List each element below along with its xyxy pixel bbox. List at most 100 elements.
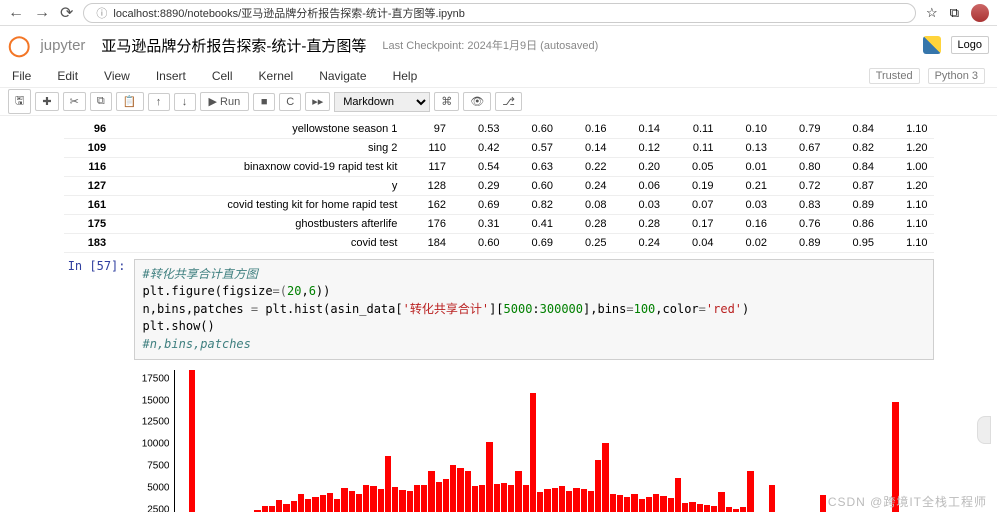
- code-cell[interactable]: In [57]: #转化共享合计直方图 plt.figure(figsize=(…: [64, 259, 934, 360]
- restart-button[interactable]: C: [279, 93, 301, 111]
- histogram-bar: [399, 490, 405, 512]
- histogram-bar: [443, 479, 449, 512]
- jupyter-header: ◯ jupyter 亚马逊品牌分析报告探索-统计-直方图等 Last Check…: [0, 26, 997, 64]
- histogram-bar: [523, 485, 529, 512]
- histogram-bar: [305, 499, 311, 512]
- cell-type-select[interactable]: Markdown: [334, 92, 430, 112]
- table-row: 116binaxnow covid-19 rapid test kit1170.…: [64, 158, 934, 177]
- histogram-bar: [689, 502, 695, 512]
- star-icon[interactable]: ☆: [926, 5, 938, 21]
- histogram-bar: [588, 491, 594, 512]
- git-button[interactable]: ⎇: [495, 92, 522, 111]
- side-tab-icon[interactable]: [977, 416, 991, 444]
- histogram-bar: [740, 507, 746, 512]
- histogram-bar: [617, 495, 623, 512]
- browser-bar: ← → ⟳ ⓘ localhost:8890/notebooks/亚马逊品牌分析…: [0, 0, 997, 26]
- histogram-bar: [718, 492, 724, 512]
- move-down-button[interactable]: ↓: [174, 93, 196, 111]
- menu-kernel[interactable]: Kernel: [259, 69, 294, 83]
- copy-button[interactable]: ⧉: [90, 92, 112, 111]
- histogram-bar: [820, 495, 826, 512]
- histogram-bar: [697, 504, 703, 512]
- histogram-bar: [457, 468, 463, 512]
- histogram-bar: [312, 497, 318, 512]
- add-cell-button[interactable]: ✚: [35, 92, 58, 111]
- save-button[interactable]: 🖫: [8, 89, 31, 114]
- histogram-bar: [385, 456, 391, 512]
- stop-button[interactable]: ■: [253, 93, 275, 111]
- menu-navigate[interactable]: Navigate: [319, 69, 366, 83]
- histogram-bar: [660, 496, 666, 512]
- histogram-bar: [726, 507, 732, 512]
- table-row: 183covid test1840.600.690.250.240.040.02…: [64, 234, 934, 253]
- histogram-bar: [581, 489, 587, 512]
- jupyter-logo-icon[interactable]: ◯: [8, 33, 30, 58]
- histogram-bar: [283, 504, 289, 512]
- histogram-bar: [465, 471, 471, 512]
- table-row: 161covid testing kit for home rapid test…: [64, 196, 934, 215]
- histogram-bar: [544, 489, 550, 512]
- extensions-icon[interactable]: ⧉: [950, 5, 959, 21]
- restart-run-all-button[interactable]: ▸▸: [305, 92, 330, 111]
- histogram-bar: [559, 486, 565, 512]
- histogram-bar: [653, 494, 659, 512]
- histogram-bar: [320, 495, 326, 512]
- histogram-bar: [298, 494, 304, 512]
- histogram-bar: [269, 506, 275, 512]
- url-bar[interactable]: ⓘ localhost:8890/notebooks/亚马逊品牌分析报告探索-统…: [83, 3, 916, 23]
- trusted-badge[interactable]: Trusted: [869, 68, 920, 84]
- histogram-bar: [602, 443, 608, 512]
- histogram-bar: [530, 393, 536, 512]
- histogram-bar: [450, 465, 456, 512]
- histogram-bar: [552, 488, 558, 512]
- histogram-bar: [479, 485, 485, 512]
- table-row: 127y1280.290.600.240.060.190.210.720.871…: [64, 177, 934, 196]
- menu-bar: File Edit View Insert Cell Kernel Naviga…: [0, 64, 997, 88]
- histogram-bar: [508, 485, 514, 512]
- histogram-bar: [769, 485, 775, 512]
- toolbar: 🖫 ✚ ✂ ⧉ 📋 ↑ ↓ ▶ Run ■ C ▸▸ Markdown ⌘ 👁 …: [0, 88, 997, 116]
- histogram-bar: [631, 494, 637, 512]
- histogram-bar: [341, 488, 347, 512]
- menu-insert[interactable]: Insert: [156, 69, 186, 83]
- histogram-bar: [711, 506, 717, 512]
- table-row: 175ghostbusters afterlife1760.310.410.28…: [64, 215, 934, 234]
- preview-button[interactable]: 👁: [463, 92, 491, 111]
- histogram-bar: [363, 485, 369, 512]
- menu-file[interactable]: File: [12, 69, 31, 83]
- menu-edit[interactable]: Edit: [57, 69, 78, 83]
- menu-view[interactable]: View: [104, 69, 130, 83]
- cut-button[interactable]: ✂: [63, 92, 86, 111]
- histogram-bar: [704, 505, 710, 512]
- info-icon: ⓘ: [96, 5, 107, 21]
- histogram-bar: [262, 506, 268, 512]
- histogram-bar: [356, 494, 362, 512]
- histogram-bar: [378, 489, 384, 512]
- kernel-indicator[interactable]: Python 3: [928, 68, 985, 84]
- notebook-title[interactable]: 亚马逊品牌分析报告探索-统计-直方图等: [101, 35, 366, 56]
- menu-cell[interactable]: Cell: [212, 69, 233, 83]
- notebook-area: 96yellowstone season 1970.530.600.160.14…: [0, 116, 997, 512]
- logout-button[interactable]: Logo: [951, 36, 989, 54]
- histogram-bar: [414, 485, 420, 512]
- histogram-bar: [639, 499, 645, 512]
- menu-help[interactable]: Help: [393, 69, 418, 83]
- move-up-button[interactable]: ↑: [148, 93, 170, 111]
- histogram-bar: [675, 478, 681, 512]
- forward-icon[interactable]: →: [34, 4, 50, 22]
- histogram-bar: [573, 488, 579, 512]
- output-dataframe: 96yellowstone season 1970.530.600.160.14…: [64, 120, 934, 253]
- reload-icon[interactable]: ⟳: [60, 3, 73, 23]
- run-button[interactable]: ▶ Run: [200, 92, 250, 111]
- histogram-bar: [407, 491, 413, 512]
- histogram-bar: [515, 471, 521, 512]
- histogram-bar: [494, 484, 500, 512]
- back-icon[interactable]: ←: [8, 4, 24, 22]
- paste-button[interactable]: 📋: [116, 92, 144, 111]
- profile-avatar[interactable]: [971, 4, 989, 22]
- command-palette-button[interactable]: ⌘: [434, 92, 459, 111]
- histogram-bar: [428, 471, 434, 512]
- chart-output: 025005000750010000125001500017500 0.00.2…: [134, 366, 934, 512]
- jupyter-logo-text[interactable]: jupyter: [40, 37, 85, 54]
- code-editor[interactable]: #转化共享合计直方图 plt.figure(figsize=(20,6)) n,…: [134, 259, 934, 360]
